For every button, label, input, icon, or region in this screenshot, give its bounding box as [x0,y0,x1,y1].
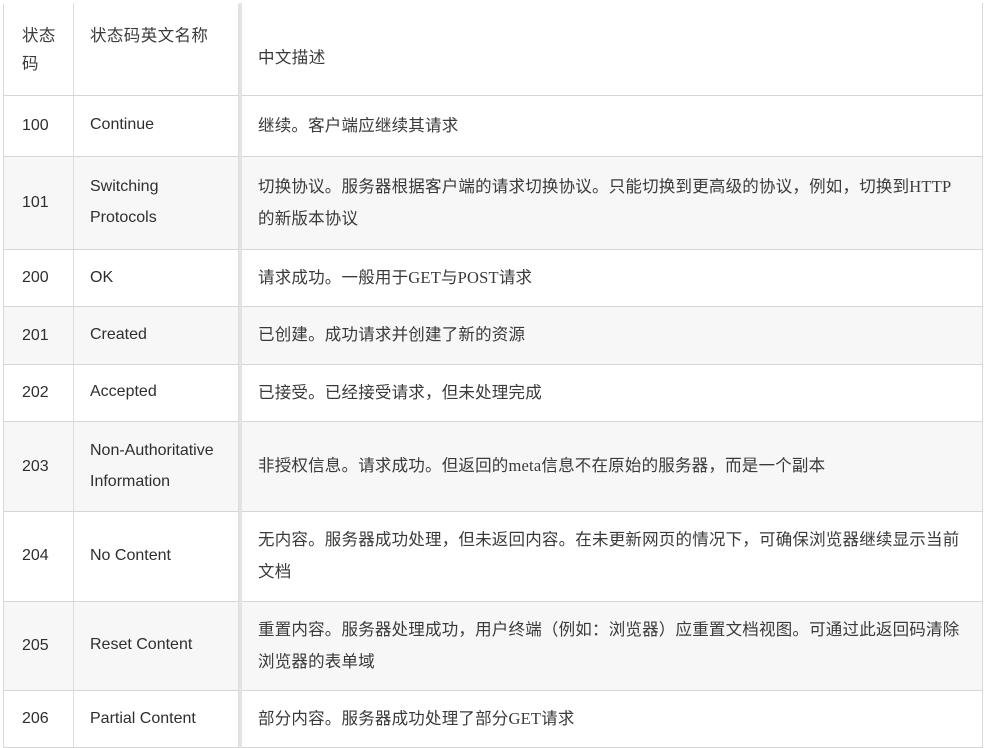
chinese-description-cell: 非授权信息。请求成功。但返回的meta信息不在原始的服务器，而是一个副本 [240,421,983,513]
english-name-cell: Continue [73,95,242,157]
english-name-cell: Partial Content [73,690,242,748]
chinese-description-cell: 继续。客户端应继续其请求 [240,95,983,157]
english-name-cell-text: OK [90,268,114,286]
status-code-cell-text: 200 [22,269,49,287]
status-code-cell-text: 101 [22,194,49,212]
column-header-english-name-label: 状态码英文名称 [90,26,209,45]
chinese-description-cell-text: 重置内容。服务器处理成功，用户终端（例如：浏览器）应重置文档视图。可通过此返回码… [258,619,960,671]
page-container: 状态码 状态码英文名称 中文描述 100 Continue 继续。客户端应继续其请求… [0,0,991,748]
column-header-chinese-description-label: 中文描述 [258,48,326,67]
english-name-cell-text: Reset Content [90,636,193,654]
status-code-cell: 203 [3,421,74,513]
header-row: 状态码 状态码英文名称 中文描述 [3,3,983,96]
status-code-cell: 100 [3,95,74,157]
english-name-cell: Created [73,306,242,365]
table-row: 204 No Content 无内容。服务器成功处理，但未返回内容。在未更新网页的情… [3,511,983,602]
chinese-description-cell-text: 切换协议。服务器根据客户端的请求切换协议。只能切换到更高级的协议，例如，切换到H… [258,176,952,229]
chinese-description-cell: 无内容。服务器成功处理，但未返回内容。在未更新网页的情况下，可确保浏览器继续显示… [240,511,983,602]
chinese-description-cell-text: 无内容。服务器成功处理，但未返回内容。在未更新网页的情况下，可确保浏览器继续显示… [258,530,960,582]
chinese-description-cell-text: 已接受。已经接受请求，但未处理完成 [258,382,542,402]
status-code-cell-text: 204 [22,547,49,565]
english-name-cell-text: Partial Content [90,709,196,727]
status-code-cell: 201 [3,306,74,365]
status-code-cell: 204 [3,511,74,602]
table-header: 状态码 状态码英文名称 中文描述 [3,3,983,96]
chinese-description-cell-text: 请求成功。一般用于GET与POST请求 [258,268,533,288]
table-row: 101 Switching Protocols 切换协议。服务器根据客户端的请求切换… [3,156,983,251]
status-code-cell-text: 206 [22,709,49,727]
table-body: 100 Continue 继续。客户端应继续其请求 101 Switching Prot… [3,95,983,748]
english-name-cell-text: No Content [90,547,171,565]
table-row: 202 Accepted 已接受。已经接受请求，但未处理完成 [3,364,983,422]
status-code-cell-text: 100 [22,116,49,134]
http-status-code-table: 状态码 状态码英文名称 中文描述 100 Continue 继续。客户端应继续其请求… [3,3,983,748]
chinese-description-cell: 部分内容。服务器成功处理了部分GET请求 [240,690,983,748]
status-code-cell: 200 [3,249,74,308]
english-name-cell: Non-Authoritative Information [73,421,242,513]
english-name-cell: Switching Protocols [73,156,242,251]
table-row: 203 Non-Authoritative Information 非授权信息。请求… [3,421,983,513]
chinese-description-cell: 切换协议。服务器根据客户端的请求切换协议。只能切换到更高级的协议，例如，切换到H… [240,156,983,251]
chinese-description-cell-text: 继续。客户端应继续其请求 [258,115,459,135]
column-header-chinese-description: 中文描述 [240,3,983,96]
status-code-cell-text: 202 [22,383,49,401]
english-name-cell-text: Continue [90,116,155,134]
english-name-cell-text: Non-Authoritative Information [90,441,214,490]
chinese-description-cell-text: 非授权信息。请求成功。但返回的meta信息不在原始的服务器，而是一个副本 [258,456,826,476]
table-row: 100 Continue 继续。客户端应继续其请求 [3,95,983,157]
table-row: 201 Created 已创建。成功请求并创建了新的资源 [3,306,983,365]
english-name-cell: No Content [73,511,242,602]
column-header-status-code: 状态码 [3,3,74,96]
english-name-cell-text: Accepted [90,383,157,401]
english-name-cell-text: Created [90,326,147,344]
status-code-cell-text: 201 [22,326,49,344]
status-code-cell: 202 [3,364,74,422]
status-code-cell: 206 [3,690,74,748]
chinese-description-cell: 已创建。成功请求并创建了新的资源 [240,306,983,365]
english-name-cell-text: Switching Protocols [90,178,159,227]
status-code-cell: 101 [3,156,74,251]
chinese-description-cell: 请求成功。一般用于GET与POST请求 [240,249,983,308]
status-code-cell-text: 203 [22,457,49,475]
english-name-cell: Accepted [73,364,242,422]
status-code-cell: 205 [3,601,74,691]
status-code-cell-text: 205 [22,636,49,654]
chinese-description-cell: 重置内容。服务器处理成功，用户终端（例如：浏览器）应重置文档视图。可通过此返回码… [240,601,983,691]
column-header-english-name: 状态码英文名称 [73,3,242,96]
english-name-cell: Reset Content [73,601,242,691]
chinese-description-cell-text: 部分内容。服务器成功处理了部分GET请求 [258,708,575,728]
chinese-description-cell-text: 已创建。成功请求并创建了新的资源 [258,325,526,345]
chinese-description-cell: 已接受。已经接受请求，但未处理完成 [240,364,983,422]
english-name-cell: OK [73,249,242,308]
table-row: 200 OK 请求成功。一般用于GET与POST请求 [3,249,983,308]
table-row: 205 Reset Content 重置内容。服务器处理成功，用户终端（例如：浏览器… [3,601,983,691]
column-header-status-code-label: 状态码 [22,26,56,74]
table-row: 206 Partial Content 部分内容。服务器成功处理了部分GET请求 [3,690,983,748]
